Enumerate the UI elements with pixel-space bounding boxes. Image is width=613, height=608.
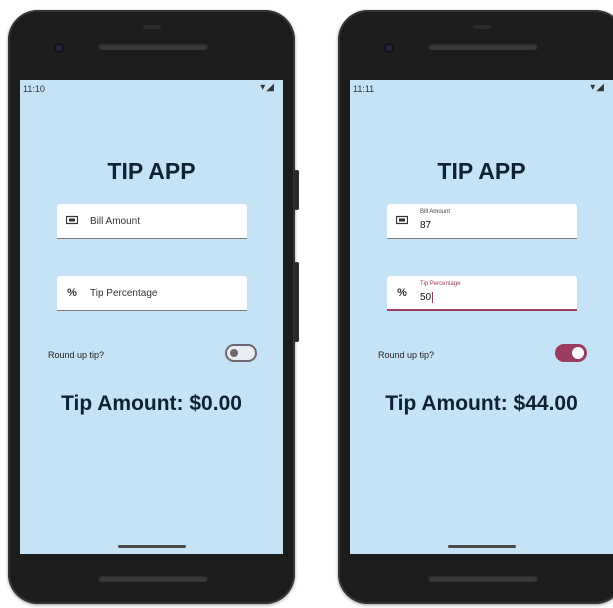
round-up-label: Round up tip? — [378, 350, 435, 360]
earpiece-speaker — [428, 43, 538, 50]
wifi-signal-icon: ▾◢ — [260, 82, 275, 93]
bill-amount-placeholder: Bill Amount — [90, 216, 141, 227]
percent-icon: % — [67, 287, 77, 299]
tip-percentage-value: 50 — [420, 292, 432, 304]
page-title: TIP APP — [107, 158, 196, 184]
tip-percentage-label: Tip Percentage — [420, 281, 461, 287]
bottom-speaker — [98, 575, 208, 582]
wifi-signal-icon: ▾◢ — [590, 82, 605, 93]
text-caret — [432, 292, 434, 303]
page-title: TIP APP — [437, 158, 526, 184]
gesture-nav-handle[interactable] — [448, 545, 516, 548]
tip-percentage-placeholder: Tip Percentage — [90, 288, 158, 299]
bill-amount-label: Bill Amount — [420, 209, 451, 215]
tip-percentage-field[interactable]: % Tip Percentage 50 — [387, 276, 577, 311]
status-bar: 11:10 ▾◢ — [20, 80, 283, 98]
phone-left: 11:10 ▾◢ TIP APP Bill Amount % Tip Perce… — [8, 10, 299, 604]
bill-icon — [396, 215, 408, 227]
status-bar: 11:11 ▾◢ — [350, 80, 613, 98]
round-up-label: Round up tip? — [48, 350, 105, 360]
switch-thumb — [572, 347, 584, 359]
bill-amount-field[interactable]: Bill Amount — [57, 204, 247, 239]
bill-amount-field[interactable]: Bill Amount 87 — [387, 204, 577, 239]
tip-amount-text: Tip Amount: $44.00 — [385, 392, 578, 415]
proximity-sensor — [143, 25, 161, 29]
volume-button — [294, 262, 299, 342]
status-time: 11:11 — [353, 84, 375, 94]
tip-amount-text: Tip Amount: $0.00 — [61, 392, 242, 415]
bill-icon — [66, 215, 78, 227]
earpiece-speaker — [98, 43, 208, 50]
gesture-nav-handle[interactable] — [118, 545, 186, 548]
round-up-switch[interactable] — [555, 344, 587, 362]
power-button — [294, 170, 299, 210]
round-up-switch[interactable] — [225, 344, 257, 362]
phone-right: 11:11 ▾◢ TIP APP Bill Amount 87 % Tip Pe… — [338, 10, 613, 604]
tip-percentage-value-wrap: 50 — [420, 292, 434, 304]
percent-icon: % — [397, 287, 407, 299]
screen-right: 11:11 ▾◢ TIP APP Bill Amount 87 % Tip Pe… — [350, 80, 613, 554]
switch-thumb — [230, 349, 238, 357]
proximity-sensor — [473, 25, 491, 29]
bill-amount-value: 87 — [420, 220, 432, 231]
front-camera — [384, 43, 394, 53]
bottom-speaker — [428, 575, 538, 582]
tip-percentage-field[interactable]: % Tip Percentage — [57, 276, 247, 311]
status-time: 11:10 — [23, 84, 45, 94]
front-camera — [54, 43, 64, 53]
screen-left: 11:10 ▾◢ TIP APP Bill Amount % Tip Perce… — [20, 80, 283, 554]
